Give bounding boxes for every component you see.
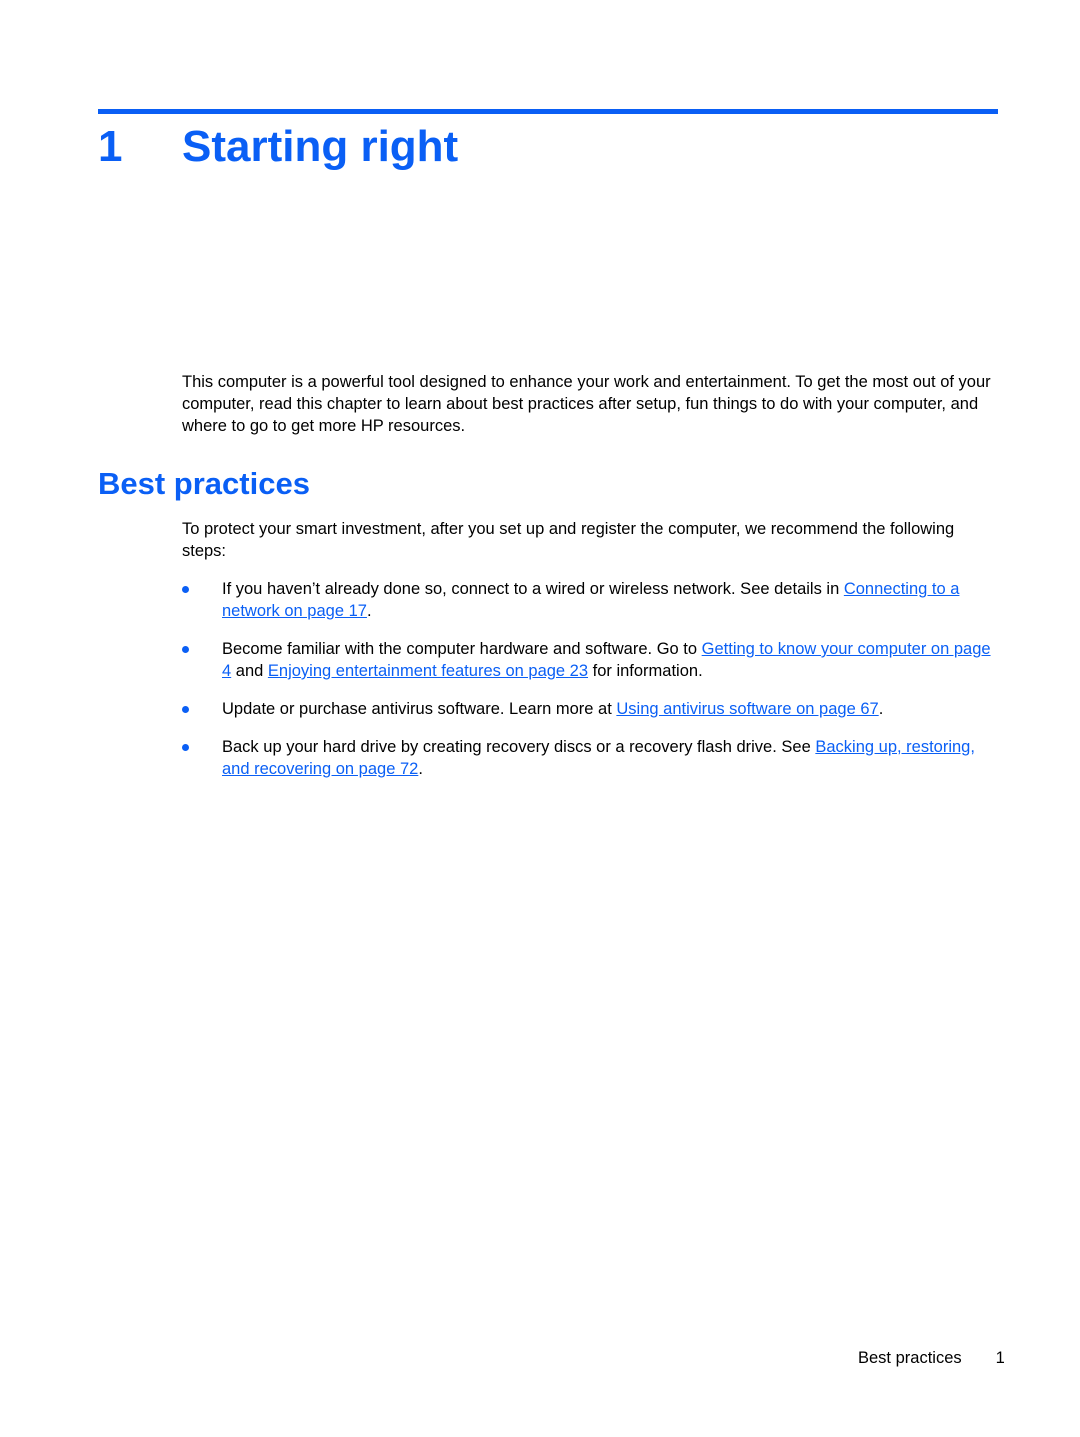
bullet-icon xyxy=(182,744,189,751)
best-practices-list: If you haven’t already done so, connect … xyxy=(182,578,1002,796)
section-lead: To protect your smart investment, after … xyxy=(182,520,955,560)
list-item-text: Back up your hard drive by creating reco… xyxy=(222,738,816,756)
list-item-text: Update or purchase antivirus software. L… xyxy=(222,700,617,718)
bullet-icon xyxy=(182,646,189,653)
list-item-text: . xyxy=(418,760,423,778)
list-item-text: Become familiar with the computer hardwa… xyxy=(222,640,702,658)
footer-section: Best practices xyxy=(858,1349,962,1367)
page-number: 1 xyxy=(995,1349,1005,1367)
list-item-text: for information. xyxy=(588,662,703,680)
list-item-text: and xyxy=(231,662,268,680)
chapter-number: 1 xyxy=(98,122,123,171)
list-item: Become familiar with the computer hardwa… xyxy=(182,638,1002,682)
chapter-rule xyxy=(98,109,998,114)
link-antivirus[interactable]: Using antivirus software on page 67 xyxy=(616,700,878,718)
page-footer: Best practices 1 xyxy=(858,1349,1005,1368)
list-item: If you haven’t already done so, connect … xyxy=(182,578,1002,622)
bullet-icon xyxy=(182,586,189,593)
list-item-text: . xyxy=(366,602,372,620)
list-item: Update or purchase antivirus software. L… xyxy=(182,698,1002,720)
link-entertainment[interactable]: Enjoying entertainment features on page … xyxy=(268,662,588,680)
list-item: Back up your hard drive by creating reco… xyxy=(182,736,1002,780)
bullet-icon xyxy=(182,706,189,713)
section-heading: Best practices xyxy=(98,466,310,501)
chapter-heading: 1 Starting right xyxy=(98,122,458,172)
list-item-text: . xyxy=(878,700,884,718)
intro-paragraph: This computer is a powerful tool designe… xyxy=(182,373,991,435)
list-item-text: If you haven’t already done so, connect … xyxy=(222,580,844,598)
chapter-title: Starting right xyxy=(182,122,459,171)
